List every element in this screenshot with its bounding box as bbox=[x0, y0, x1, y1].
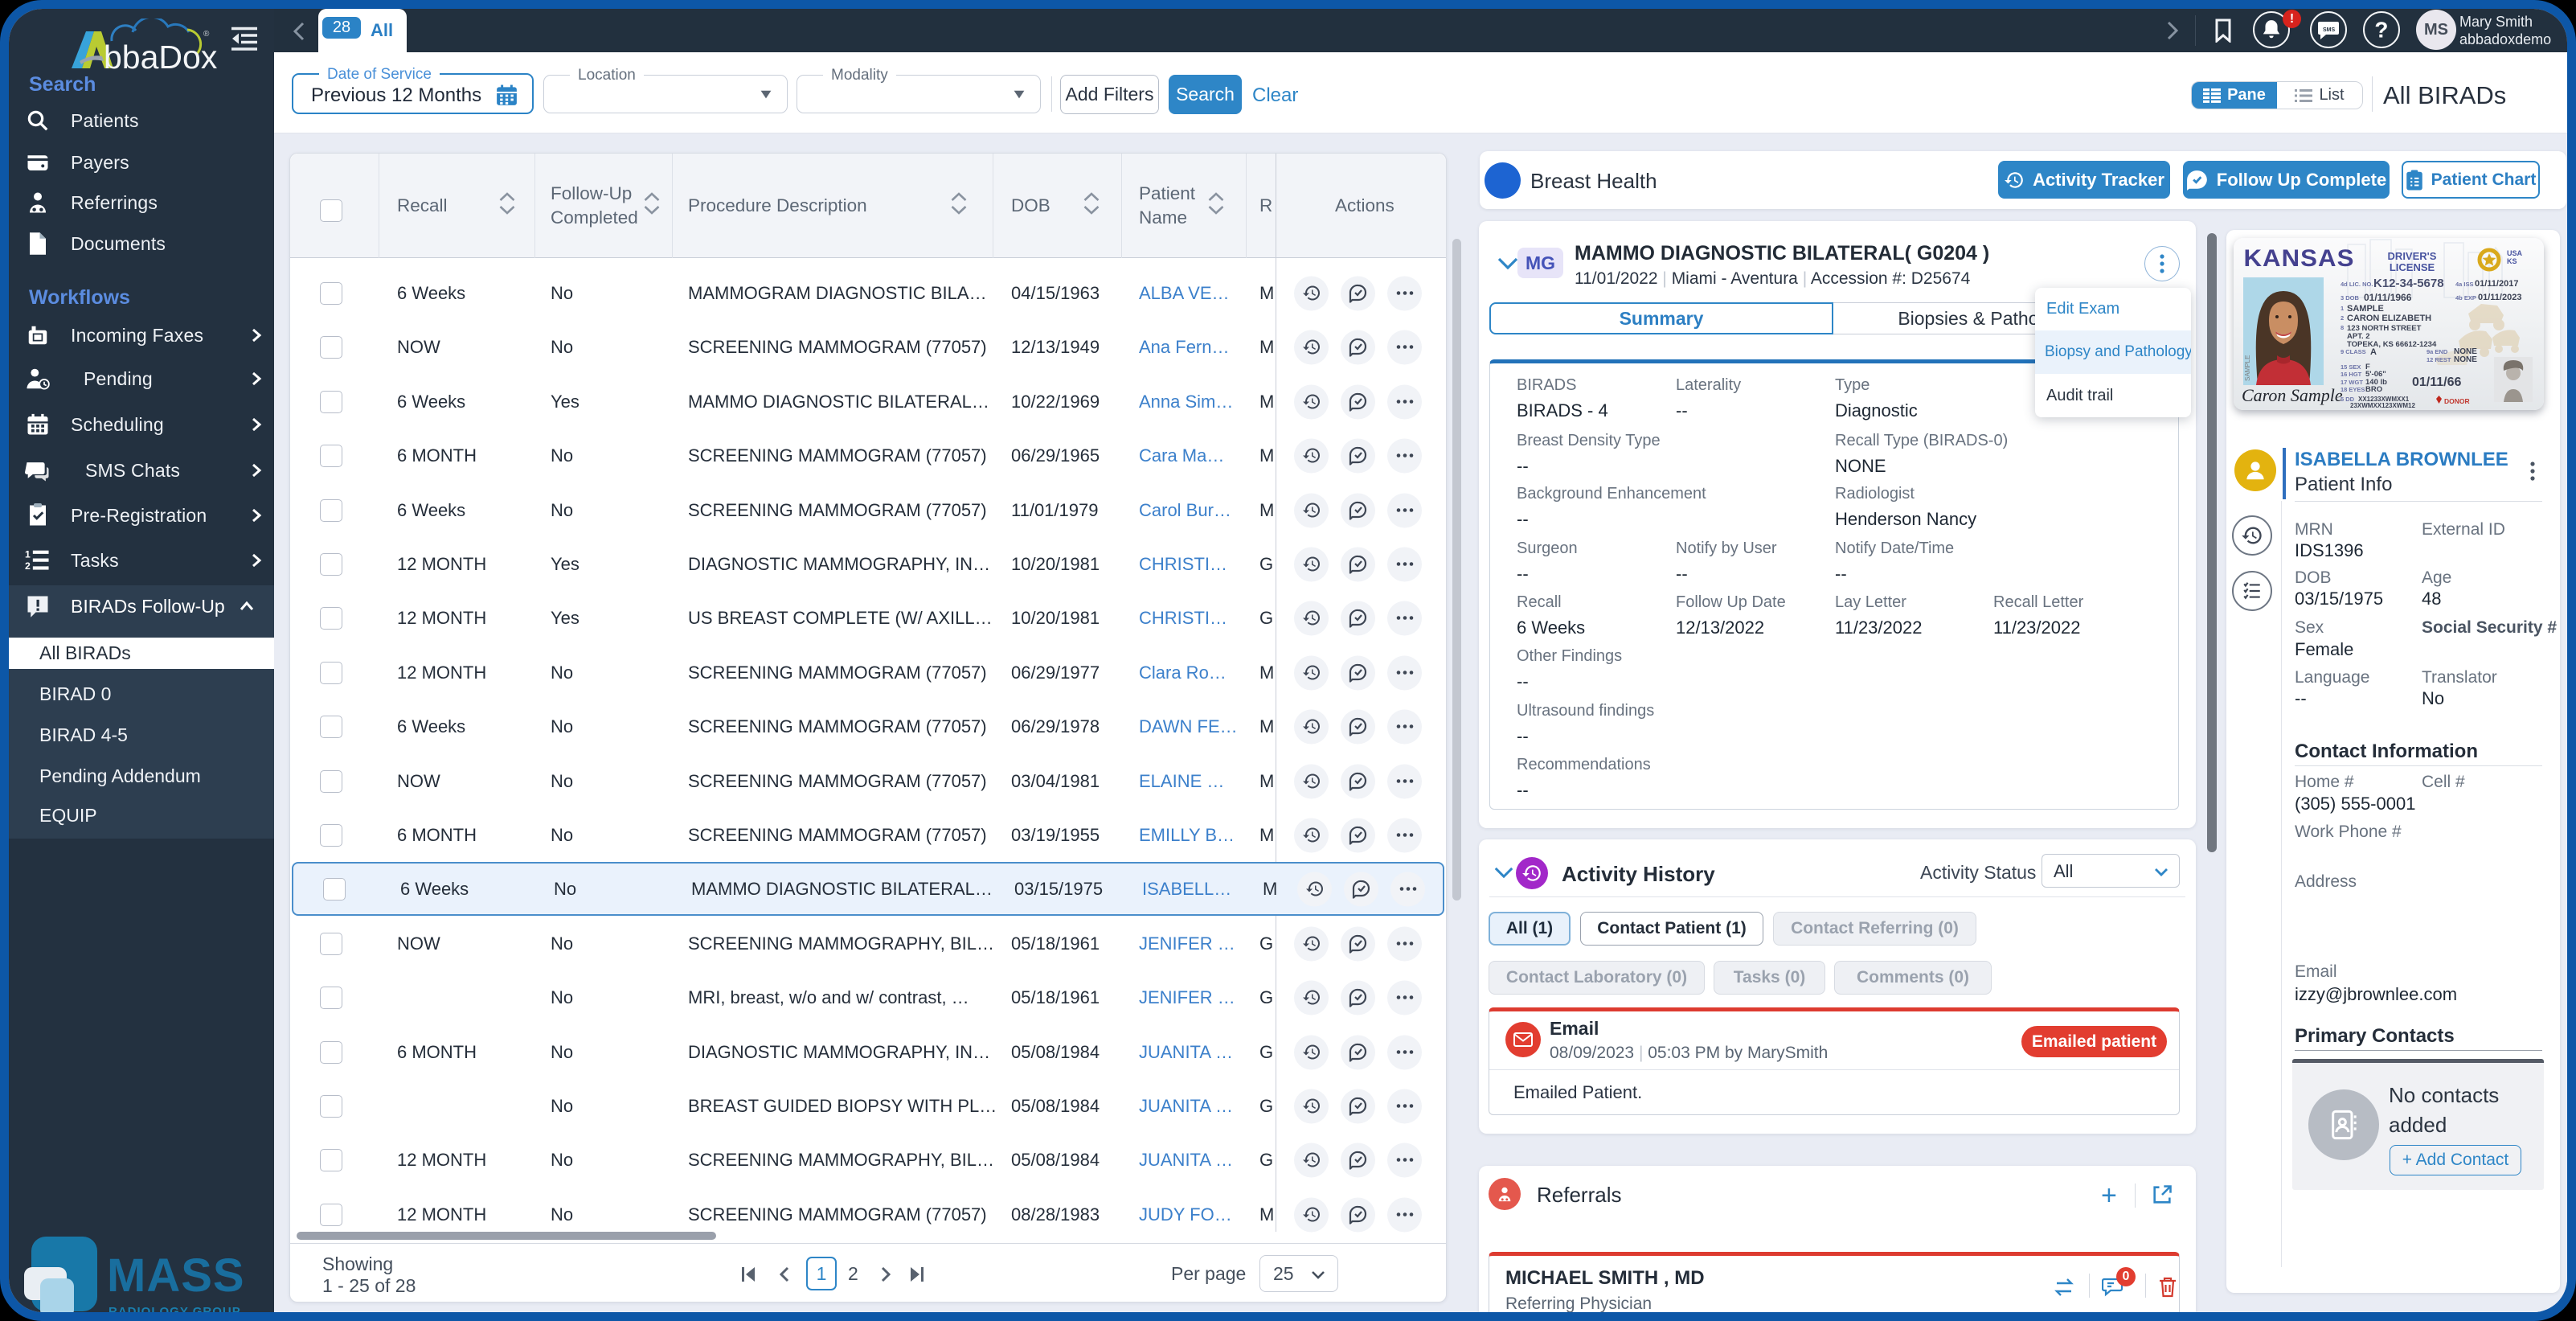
svg-text:12 REST: 12 REST bbox=[2427, 356, 2451, 363]
svg-text:2: 2 bbox=[2341, 314, 2344, 322]
svg-text:01/11/66: 01/11/66 bbox=[2412, 375, 2462, 389]
svg-text:USA: USA bbox=[2507, 249, 2523, 257]
svg-text:K12-34-5678: K12-34-5678 bbox=[2373, 277, 2444, 290]
svg-text:01/11/2017: 01/11/2017 bbox=[2475, 279, 2518, 289]
svg-text:4a ISS: 4a ISS bbox=[2455, 281, 2474, 288]
svg-text:DONOR: DONOR bbox=[2444, 397, 2470, 405]
svg-text:A: A bbox=[2370, 347, 2377, 357]
svg-text:KANSAS: KANSAS bbox=[2243, 245, 2354, 272]
svg-text:3 DOB: 3 DOB bbox=[2341, 294, 2360, 302]
svg-text:16 HGT: 16 HGT bbox=[2341, 371, 2362, 378]
svg-text:TOPEKA, KS 66612-1234: TOPEKA, KS 66612-1234 bbox=[2347, 340, 2437, 349]
svg-text:4b EXP: 4b EXP bbox=[2455, 294, 2476, 302]
svg-text:CARON ELIZABETH: CARON ELIZABETH bbox=[2347, 314, 2431, 323]
svg-text:?: ? bbox=[2374, 18, 2388, 42]
svg-text:bbaDox: bbaDox bbox=[104, 39, 218, 76]
svg-text:KS: KS bbox=[2507, 257, 2517, 265]
svg-text:Caron Sample: Caron Sample bbox=[2242, 385, 2343, 405]
svg-text:15 SEX: 15 SEX bbox=[2341, 363, 2361, 371]
svg-text:BRO: BRO bbox=[2365, 385, 2382, 394]
svg-text:®: ® bbox=[203, 30, 210, 39]
svg-text:SAMPLE: SAMPLE bbox=[2244, 355, 2251, 381]
svg-text:23XWMXX123XWM12: 23XWMXX123XWM12 bbox=[2350, 402, 2415, 409]
svg-text:RADIOLOGY GROUP: RADIOLOGY GROUP bbox=[109, 1305, 241, 1312]
svg-text:8: 8 bbox=[2341, 324, 2344, 331]
svg-text:01/11/2023: 01/11/2023 bbox=[2478, 293, 2521, 302]
svg-text:MASS: MASS bbox=[107, 1249, 245, 1302]
svg-text:SAMPLE: SAMPLE bbox=[2347, 304, 2384, 314]
svg-text:1: 1 bbox=[25, 548, 31, 560]
svg-text:17 WGT: 17 WGT bbox=[2341, 379, 2363, 386]
svg-text:18 EYES: 18 EYES bbox=[2341, 386, 2365, 393]
svg-text:LICENSE: LICENSE bbox=[2390, 261, 2435, 273]
svg-text:01/11/1966: 01/11/1966 bbox=[2364, 292, 2412, 303]
svg-text:NONE: NONE bbox=[2454, 355, 2477, 364]
svg-text:DRIVER'S: DRIVER'S bbox=[2388, 250, 2437, 262]
svg-text:9 CLASS: 9 CLASS bbox=[2341, 348, 2366, 355]
svg-text:SMS: SMS bbox=[2323, 27, 2336, 33]
svg-text:2: 2 bbox=[25, 560, 31, 572]
svg-text:1: 1 bbox=[2341, 305, 2344, 312]
svg-text:4d LIC. NO.: 4d LIC. NO. bbox=[2341, 281, 2373, 288]
svg-text:9a END: 9a END bbox=[2427, 348, 2448, 355]
